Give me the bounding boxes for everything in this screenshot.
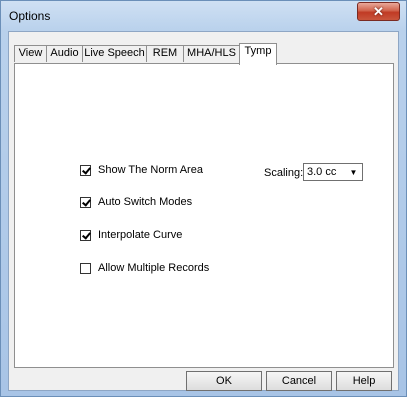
tab-mha-hls[interactable]: MHA/HLS [183,45,240,62]
tab-tymp[interactable]: Tymp [239,43,277,65]
close-button[interactable]: ✕ [357,2,400,21]
show-norm-area-checkbox[interactable]: Show The Norm Area [80,163,203,177]
checkbox-label: Auto Switch Modes [98,196,193,208]
close-icon: ✕ [373,3,384,19]
cancel-button[interactable]: Cancel [266,371,332,391]
dialog-client-area: View Audio Live Speech REM MHA/HLS Tymp … [8,31,399,391]
chevron-down-icon[interactable]: ▼ [346,165,361,179]
checkbox-label: Interpolate Curve [98,229,183,241]
tab-label: View [18,47,43,59]
title-bar[interactable]: Options ✕ [1,1,406,31]
checkbox-box[interactable] [80,229,91,241]
window-title: Options [9,9,51,23]
tab-label: MHA/HLS [187,47,236,59]
tab-audio[interactable]: Audio [46,45,83,62]
scaling-select[interactable]: 3.0 cc ▼ [303,163,363,181]
tab-view[interactable]: View [14,45,47,62]
checkbox-box[interactable] [80,262,91,274]
scaling-value: 3.0 cc [307,166,337,178]
options-dialog: Options ✕ View Audio Live Speech REM MHA… [0,0,407,397]
tymp-tab-panel: Show The Norm Area Auto Switch Modes Int… [14,63,394,368]
checkbox-label: Allow Multiple Records [98,262,210,274]
checkbox-label: Show The Norm Area [98,164,203,176]
interpolate-curve-checkbox[interactable]: Interpolate Curve [80,228,182,242]
auto-switch-modes-checkbox[interactable]: Auto Switch Modes [80,195,192,209]
tab-label: Live Speech [84,47,145,59]
checkbox-box[interactable] [80,164,91,176]
tab-label: Audio [50,47,79,59]
checkbox-box[interactable] [80,196,91,208]
allow-multiple-records-checkbox[interactable]: Allow Multiple Records [80,261,209,275]
help-button[interactable]: Help [336,371,392,391]
tab-strip: View Audio Live Speech REM MHA/HLS Tymp [14,43,392,65]
tab-label: REM [152,47,178,59]
scaling-label: Scaling: [264,167,304,179]
tab-live-speech[interactable]: Live Speech [82,45,147,62]
tab-label: Tymp [244,45,272,57]
ok-button[interactable]: OK [186,371,262,391]
tab-rem[interactable]: REM [146,45,184,62]
